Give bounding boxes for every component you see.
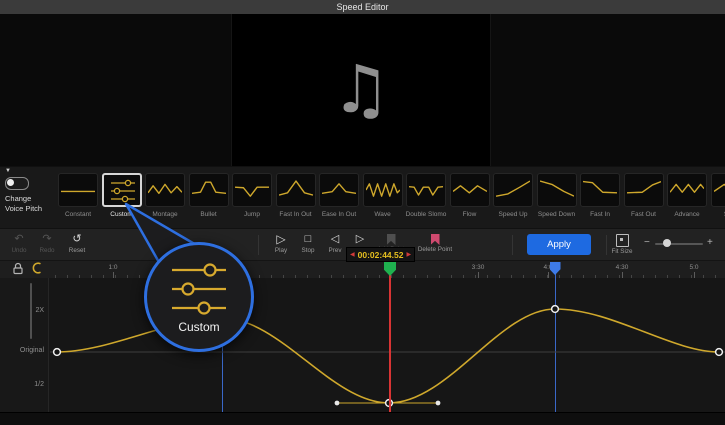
time-step-forward-icon[interactable]: ▶ <box>406 252 411 258</box>
voice-pitch-toggle[interactable] <box>5 177 29 190</box>
collapse-arrow-icon[interactable]: ▼ <box>5 168 11 174</box>
ruler-time-label: 5:0 <box>679 264 709 271</box>
fit-size-button[interactable]: Fit Size <box>606 232 638 255</box>
toolbar-divider <box>512 235 513 255</box>
zoom-out-icon[interactable]: − <box>644 237 650 248</box>
curve-handle[interactable] <box>436 401 441 406</box>
curve-point[interactable] <box>716 349 723 356</box>
time-step-back-icon[interactable]: ◀ <box>350 252 355 258</box>
curve-point[interactable] <box>552 306 559 313</box>
prev-icon: ◁ <box>331 232 339 246</box>
preset-jump[interactable] <box>232 173 272 207</box>
redo-button[interactable]: ↷ Redo <box>32 232 62 254</box>
preset-fast-in[interactable] <box>580 173 620 207</box>
delete-point-flag-icon <box>431 234 440 245</box>
preset-curve-icon <box>235 176 269 204</box>
play-button[interactable]: ▷ Play <box>266 232 296 254</box>
preset-curve-icon <box>453 176 487 204</box>
preset-label: Shot <box>705 211 725 218</box>
reset-button[interactable]: ↺ Reset <box>62 232 92 254</box>
toggle-knob <box>7 179 14 186</box>
preset-double-slomo[interactable] <box>406 173 446 207</box>
redo-icon: ↷ <box>42 232 51 246</box>
lock-icon[interactable] <box>12 261 24 275</box>
speed-editor-window: Speed Editor ♫ ▼ Change Voice Pitch Cons… <box>0 0 725 425</box>
stop-icon: □ <box>305 232 312 246</box>
current-time: 00:02:44.52 <box>358 250 404 260</box>
curve-point[interactable] <box>54 349 61 356</box>
preview-area: ♫ <box>0 14 725 166</box>
playhead-line[interactable] <box>389 262 391 412</box>
voice-pitch-control: Change Voice Pitch <box>5 177 55 214</box>
sliders-icon <box>166 261 232 317</box>
preset-advance[interactable] <box>667 173 707 207</box>
timeline-ruler[interactable]: 1:03:304:04:305:0 <box>0 260 725 280</box>
apply-button[interactable]: Apply <box>527 234 591 255</box>
custom-preset-callout: Custom <box>144 242 254 352</box>
preset-flow[interactable] <box>450 173 490 207</box>
undo-button[interactable]: ↶ Undo <box>4 232 34 254</box>
curve-handle[interactable] <box>335 401 340 406</box>
zoom-in-icon[interactable]: + <box>707 237 713 248</box>
preset-curve-icon <box>409 176 443 204</box>
next-icon: ▷ <box>356 232 364 246</box>
preset-curve-icon <box>714 176 725 204</box>
preset-curve-icon <box>670 176 704 204</box>
fit-size-icon <box>616 234 629 247</box>
preset-curve-icon <box>627 176 661 204</box>
preset-curve-icon <box>496 176 530 204</box>
preset-curve-icon <box>540 176 574 204</box>
play-icon: ▷ <box>276 232 285 246</box>
preset-shot[interactable] <box>711 173 725 207</box>
music-note-icon: ♫ <box>331 57 390 123</box>
ruler-time-label: 3:30 <box>463 264 493 271</box>
add-point-flag-icon <box>387 234 396 245</box>
preset-ease-in-out[interactable] <box>319 173 359 207</box>
bottom-scrollbar-area[interactable] <box>0 412 725 425</box>
preset-curve-icon <box>279 176 313 204</box>
speed-curve-canvas <box>0 278 725 412</box>
preset-constant[interactable] <box>58 173 98 207</box>
preset-curve-icon <box>366 176 400 204</box>
undo-icon: ↶ <box>14 232 23 246</box>
callout-label: Custom <box>178 320 219 334</box>
preset-fast-in-out[interactable] <box>276 173 316 207</box>
title-bar: Speed Editor <box>0 0 725 14</box>
ruler-time-label: 4:30 <box>607 264 637 271</box>
curve-editor[interactable]: 2XOriginal1/2 <box>0 278 725 412</box>
delete-point-button[interactable]: Delete Point <box>412 232 458 253</box>
preset-fast-out[interactable] <box>624 173 664 207</box>
zoom-slider-knob[interactable] <box>663 239 671 247</box>
voice-pitch-label: Change Voice Pitch <box>5 194 55 214</box>
preset-curve-icon <box>61 176 95 204</box>
preset-speed-up[interactable] <box>493 173 533 207</box>
preset-strip: ▼ Change Voice Pitch ConstantCustomMonta… <box>0 166 725 229</box>
preset-curve-icon <box>322 176 356 204</box>
curve-mode-icon[interactable] <box>30 261 44 275</box>
stop-button[interactable]: □ Stop <box>293 232 323 254</box>
reset-icon: ↺ <box>72 232 81 246</box>
preset-speed-down[interactable] <box>537 173 577 207</box>
current-time-display: ◀ 00:02:44.52 ▶ <box>346 247 415 262</box>
toolbar-divider <box>258 235 259 255</box>
video-frame: ♫ <box>231 14 491 166</box>
preset-wave[interactable] <box>363 173 403 207</box>
window-title: Speed Editor <box>336 2 388 12</box>
preset-curve-icon <box>583 176 617 204</box>
